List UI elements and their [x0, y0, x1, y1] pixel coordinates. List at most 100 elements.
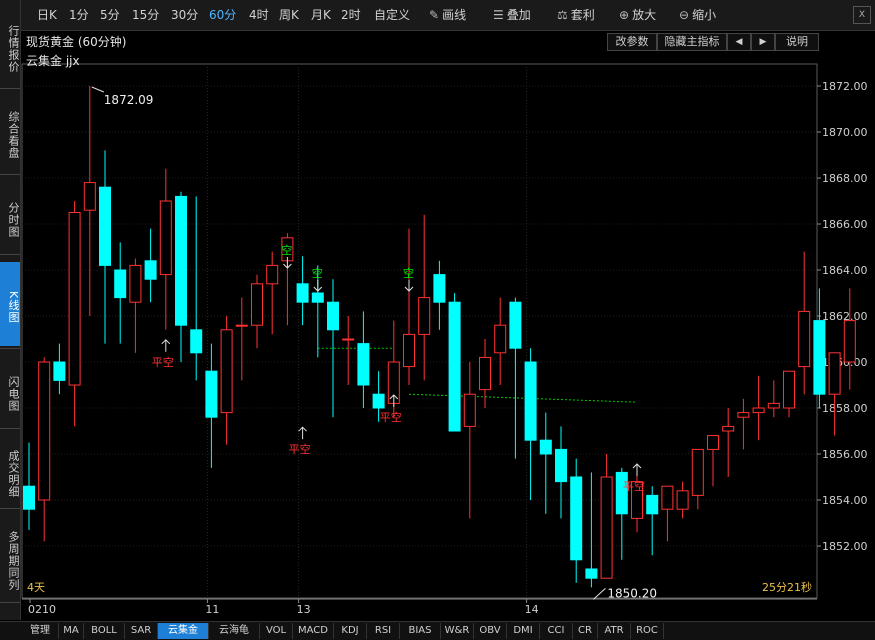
indicator-tab-3[interactable]: SAR — [125, 623, 158, 639]
candle-body[interactable] — [479, 356, 491, 391]
candle-body[interactable] — [266, 264, 279, 285]
sidebar-item-6[interactable]: 多周期同列 — [0, 516, 20, 600]
indicator-tab-13[interactable]: DMI — [507, 623, 540, 639]
edit-params-button[interactable]: 改参数 — [607, 33, 657, 51]
candle-body[interactable] — [448, 301, 461, 432]
period-button-0[interactable]: 日K — [37, 7, 57, 23]
candle-body[interactable] — [828, 352, 841, 395]
indicator-tab-5[interactable]: 云海龟 — [209, 623, 260, 639]
candle-body[interactable] — [114, 269, 127, 299]
period-button-3[interactable]: 15分 — [132, 7, 159, 23]
indicator-tab-1[interactable]: MA — [59, 623, 84, 639]
candle-body[interactable] — [509, 301, 522, 349]
candle-body[interactable] — [311, 292, 324, 303]
indicator-tab-10[interactable]: BIAS — [400, 623, 441, 639]
candle-body[interactable] — [190, 329, 203, 354]
candlestick-chart[interactable]: 1852.001854.001856.001858.001860.001862.… — [0, 0, 875, 639]
indicator-tab-9[interactable]: RSI — [367, 623, 400, 639]
candle-body[interactable] — [843, 320, 856, 363]
candle-body[interactable] — [555, 448, 567, 483]
candle-body[interactable] — [691, 448, 704, 496]
prev-button[interactable]: ◀ — [727, 33, 751, 51]
sidebar-item-4[interactable]: 闪电图 — [0, 356, 20, 426]
sidebar-item-5[interactable]: 成交明细 — [0, 436, 20, 506]
candle-body[interactable] — [615, 471, 628, 515]
period-button-1[interactable]: 1分 — [69, 7, 89, 23]
candle-body[interactable] — [53, 361, 66, 381]
candle-body[interactable] — [129, 264, 142, 303]
period-button-7[interactable]: 周K — [279, 7, 299, 23]
zoom-out-button[interactable]: ⊖ 缩小 — [679, 7, 716, 23]
candle-body[interactable] — [813, 320, 826, 395]
hide-main-indicator-button[interactable]: 隐藏主指标 — [657, 33, 727, 51]
candle-body[interactable] — [707, 435, 719, 450]
candle-body[interactable] — [99, 186, 111, 266]
candle-body[interactable] — [737, 412, 750, 418]
candle-body[interactable] — [661, 485, 674, 510]
candle-body[interactable] — [235, 324, 248, 327]
candle-body[interactable] — [767, 402, 780, 409]
candle-body[interactable] — [585, 568, 598, 579]
candle-body[interactable] — [752, 407, 765, 414]
candle-body[interactable] — [342, 338, 355, 341]
zoom-in-button[interactable]: ⊕ 放大 — [619, 7, 656, 23]
candle-body[interactable] — [418, 297, 431, 335]
candle-body[interactable] — [433, 274, 446, 303]
candle-body[interactable] — [357, 343, 370, 386]
candle-body[interactable] — [539, 439, 552, 455]
candle-body[interactable] — [798, 310, 811, 368]
candle-body[interactable] — [38, 361, 51, 501]
candle-body[interactable] — [600, 476, 613, 579]
sidebar-item-2[interactable]: 分时图 — [0, 182, 20, 252]
candle-body[interactable] — [494, 324, 507, 354]
sidebar-item-3[interactable]: K线图 — [0, 262, 20, 346]
draw-line-button[interactable]: ✎ 画线 — [429, 7, 466, 23]
period-button-5[interactable]: 60分 — [209, 7, 236, 23]
indicator-tab-2[interactable]: BOLL — [84, 623, 125, 639]
candle-body[interactable] — [220, 329, 233, 414]
indicator-tab-4[interactable]: 云集金 — [158, 623, 209, 639]
period-button-8[interactable]: 月K — [311, 7, 331, 23]
candle-body[interactable] — [722, 425, 735, 432]
candle-body[interactable] — [144, 260, 157, 280]
candle-body[interactable] — [327, 301, 339, 331]
candle-body[interactable] — [783, 370, 795, 409]
candle-body[interactable] — [159, 200, 172, 276]
period-button-4[interactable]: 30分 — [171, 7, 198, 23]
sidebar-item-1[interactable]: 综合看盘 — [0, 92, 20, 172]
indicator-tab-6[interactable]: VOL — [260, 623, 293, 639]
next-button[interactable]: ▶ — [751, 33, 775, 51]
candle-body[interactable] — [175, 195, 187, 326]
candle-body[interactable] — [463, 393, 476, 427]
indicator-tab-14[interactable]: CCI — [540, 623, 573, 639]
period-button-2[interactable]: 5分 — [100, 7, 120, 23]
indicator-tab-11[interactable]: W&R — [441, 623, 474, 639]
period-button-9[interactable]: 2时 — [341, 7, 361, 23]
help-button[interactable]: 说明 — [775, 33, 819, 51]
close-button[interactable]: X — [853, 6, 871, 24]
candle-body[interactable] — [68, 212, 81, 386]
period-button-6[interactable]: 4时 — [249, 7, 269, 23]
arbitrage-button[interactable]: ⚖ 套利 — [557, 7, 595, 23]
candle-body[interactable] — [205, 370, 218, 418]
candle-body[interactable] — [23, 485, 35, 510]
period-button-10[interactable]: 自定义 — [374, 7, 410, 23]
indicator-tab-17[interactable]: ROC — [631, 623, 664, 639]
indicator-tab-7[interactable]: MACD — [293, 623, 334, 639]
indicator-tab-16[interactable]: ATR — [598, 623, 631, 639]
candle-body[interactable] — [296, 283, 309, 303]
candle-body[interactable] — [570, 476, 583, 561]
candle-body[interactable] — [251, 283, 263, 326]
indicator-tab-8[interactable]: KDJ — [334, 623, 367, 639]
candle-body[interactable] — [524, 361, 537, 441]
indicator-tab-12[interactable]: OBV — [474, 623, 507, 639]
overlay-button[interactable]: ☰ 叠加 — [493, 7, 531, 23]
candle-body[interactable] — [676, 490, 689, 510]
candle-body[interactable] — [403, 333, 415, 368]
candle-body[interactable] — [646, 494, 659, 515]
indicator-tab-0[interactable]: 管理 — [22, 623, 59, 639]
indicator-tab-15[interactable]: CR — [573, 623, 598, 639]
sidebar-item-0[interactable]: 行情报价 — [0, 6, 20, 86]
candle-body[interactable] — [83, 182, 96, 211]
candle-body[interactable] — [372, 393, 385, 409]
